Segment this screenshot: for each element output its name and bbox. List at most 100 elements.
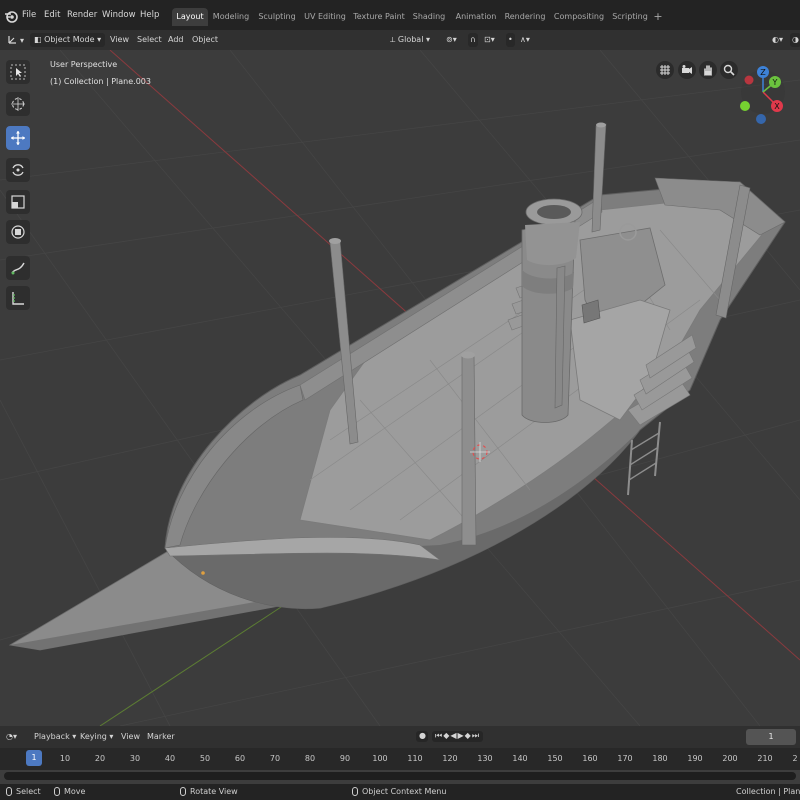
orientation-label: Global — [397, 35, 424, 44]
menu-view[interactable]: View — [110, 33, 129, 47]
tab-shading[interactable]: Shading — [411, 8, 447, 26]
snap-target-dropdown[interactable]: ⊡▾ — [484, 33, 495, 47]
play-reverse-icon[interactable]: ◀ — [450, 731, 457, 740]
scene-canvas[interactable] — [0, 50, 800, 726]
select-box-tool[interactable] — [6, 60, 30, 84]
timeline-scrollbar[interactable] — [4, 772, 796, 780]
tab-animation[interactable]: Animation — [454, 8, 498, 26]
tab-layout[interactable]: Layout — [172, 8, 208, 26]
tab-modeling[interactable]: Modeling — [212, 8, 250, 26]
jump-end-icon[interactable]: ⏭ — [472, 731, 480, 740]
jump-start-icon[interactable]: ⏮ — [435, 731, 443, 740]
zoom-view-button[interactable] — [720, 61, 738, 79]
timeline-ruler[interactable]: 10 20 30 40 50 60 70 80 90 100 110 120 1… — [0, 748, 800, 770]
timeline-editor-type-button[interactable]: ◔▾ — [6, 732, 17, 741]
tick-label: 100 — [372, 754, 388, 763]
menu-object[interactable]: Object — [192, 33, 218, 47]
timeline-header: ◔▾ Playback ▾ Keying ▾ View Marker ● ⏮ ◆ ◀… — [0, 726, 800, 748]
tick-label: 10 — [59, 754, 71, 763]
camera-view-button[interactable] — [678, 61, 696, 79]
editor-type-button[interactable]: ▾ — [6, 33, 28, 47]
timeline-menu-marker[interactable]: Marker — [147, 732, 175, 741]
chevron-down-icon: ▾ — [452, 35, 457, 44]
tick-label: 150 — [547, 754, 563, 763]
status-context-hint: Object Context Menu — [352, 787, 446, 796]
tab-rendering[interactable]: Rendering — [504, 8, 546, 26]
rotate-icon — [12, 164, 24, 176]
blender-logo-icon[interactable] — [4, 9, 18, 23]
camera-icon — [682, 65, 692, 74]
scale-tool[interactable] — [6, 190, 30, 214]
measure-tool[interactable] — [6, 286, 30, 310]
keying-dropdown[interactable]: Keying ▾ — [80, 732, 113, 741]
status-select-label: Select — [16, 787, 41, 796]
tick-label: 2 — [792, 754, 798, 763]
tab-compositing[interactable]: Compositing — [553, 8, 605, 26]
playhead-frame-marker[interactable]: 1 — [26, 750, 42, 766]
mouse-right-icon — [352, 787, 358, 796]
tab-scripting[interactable]: Scripting — [611, 8, 649, 26]
pan-view-button[interactable] — [699, 61, 717, 79]
proportional-edit-toggle[interactable]: • — [506, 33, 515, 47]
keying-label: Keying — [80, 732, 107, 741]
gizmo-neg-y-handle[interactable] — [740, 101, 750, 111]
next-keyframe-icon[interactable]: ◆ — [465, 731, 472, 740]
current-frame-field[interactable]: 1 — [746, 729, 796, 745]
menu-help[interactable]: Help — [140, 10, 159, 20]
menu-edit[interactable]: Edit — [44, 10, 60, 20]
play-icon[interactable]: ▶ — [458, 731, 465, 740]
tick-label: 60 — [234, 754, 246, 763]
gizmo-x-label: X — [774, 102, 780, 111]
proportional-falloff-dropdown[interactable]: ∧▾ — [520, 33, 530, 47]
rotate-tool[interactable] — [6, 158, 30, 182]
chevron-down-icon: ▾ — [20, 36, 25, 45]
tab-uv-editing[interactable]: UV Editing — [303, 8, 347, 26]
perspective-toggle-button[interactable] — [656, 61, 674, 79]
object-mode-label: Object Mode — [44, 35, 95, 44]
tab-texture-paint[interactable]: Texture Paint — [353, 8, 405, 26]
snap-toggle[interactable]: ∩ — [468, 33, 478, 47]
tick-label: 30 — [129, 754, 141, 763]
record-button[interactable]: ● — [416, 731, 428, 742]
tick-label: 180 — [652, 754, 668, 763]
pivot-point-dropdown[interactable]: ⊚▾ — [446, 33, 457, 47]
object-mode-dropdown[interactable]: ◧ Object Mode ▾ — [30, 33, 106, 47]
chevron-down-icon: ▾ — [72, 732, 77, 741]
gizmo-neg-x-handle[interactable] — [744, 75, 754, 85]
status-rotate-hint: Rotate View — [180, 787, 238, 796]
tick-label: 120 — [442, 754, 458, 763]
status-rotate-label: Rotate View — [190, 787, 238, 796]
overlay-icon: ◑ — [792, 35, 799, 44]
tick-label: 70 — [269, 754, 281, 763]
menu-render[interactable]: Render — [67, 10, 97, 20]
cursor-tool[interactable] — [6, 92, 30, 116]
add-workspace-button[interactable]: + — [652, 8, 664, 26]
active-object-label: (1) Collection | Plane.003 — [50, 77, 151, 86]
pencil-icon — [11, 262, 25, 275]
annotate-tool[interactable] — [6, 256, 30, 280]
axes-editor-icon — [8, 36, 16, 44]
menu-window[interactable]: Window — [102, 10, 136, 20]
transform-tool[interactable] — [6, 220, 30, 244]
playback-dropdown[interactable]: Playback ▾ — [34, 732, 76, 741]
menu-add[interactable]: Add — [168, 33, 184, 47]
overlay-toggle[interactable]: ◑ — [790, 33, 800, 47]
magnifier-icon — [723, 64, 735, 76]
3d-viewport[interactable]: User Perspective (1) Collection | Plane.… — [0, 50, 800, 726]
gizmo-neg-z-handle[interactable] — [756, 114, 766, 124]
navigation-gizmo[interactable]: Z Y X — [737, 64, 787, 124]
ruler-icon — [12, 292, 24, 305]
move-tool[interactable] — [6, 126, 30, 150]
menu-file[interactable]: File — [22, 10, 36, 20]
timeline-menu-view[interactable]: View — [121, 732, 140, 741]
scale-icon — [11, 195, 25, 209]
viewport-gizmo-dropdown[interactable]: ◐▾ — [772, 33, 783, 47]
eye-icon: ◐ — [772, 35, 779, 44]
menu-select[interactable]: Select — [137, 33, 162, 47]
status-move-hint: Move — [54, 787, 85, 796]
tab-sculpting[interactable]: Sculpting — [257, 8, 297, 26]
transform-icon — [11, 225, 25, 239]
chevron-down-icon: ▾ — [12, 732, 17, 741]
transform-orientation-dropdown[interactable]: ⟂ Global ▾ — [390, 33, 430, 47]
move-arrows-icon — [11, 131, 25, 145]
